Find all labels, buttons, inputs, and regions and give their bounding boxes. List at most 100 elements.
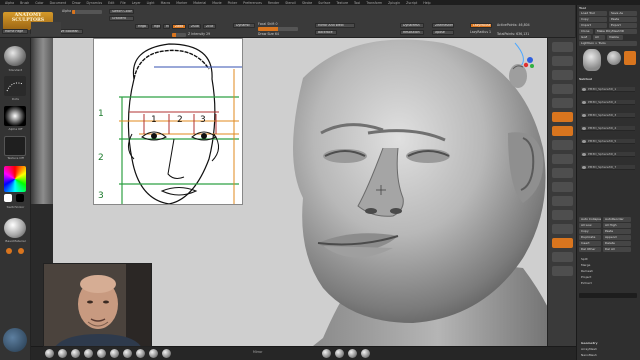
home-page-button[interactable]: Home Page xyxy=(2,29,28,34)
split-menu[interactable]: Split xyxy=(581,257,588,261)
menu-item[interactable]: Help xyxy=(423,1,430,5)
bpr-button[interactable] xyxy=(552,42,573,52)
menu-item[interactable]: Zplugin xyxy=(388,1,400,5)
spix-button[interactable] xyxy=(552,56,573,66)
z-intensity-slider[interactable] xyxy=(172,33,186,37)
scroll-button[interactable] xyxy=(552,70,573,80)
copy-tool-button[interactable]: Copy xyxy=(579,17,607,22)
dynamesh-button[interactable]: DynaMesh xyxy=(400,23,424,28)
paste-subtool-button[interactable]: Paste xyxy=(603,229,631,234)
delete-button[interactable]: Delete xyxy=(603,241,631,246)
m-button[interactable]: M xyxy=(163,24,170,29)
menu-item[interactable]: Document xyxy=(50,1,67,5)
zremesher-button[interactable]: ZRemesher xyxy=(432,23,454,28)
menu-item[interactable]: Preferences xyxy=(243,1,262,5)
clay-buildup-brush-icon[interactable] xyxy=(45,349,54,358)
alpha-slider[interactable] xyxy=(72,10,102,14)
menu-item[interactable]: Edit xyxy=(108,1,114,5)
del-all-button[interactable]: Del All xyxy=(603,247,631,252)
standard-brush-icon[interactable] xyxy=(58,349,67,358)
material-matcap-icon[interactable] xyxy=(361,349,370,358)
all-button[interactable]: All xyxy=(593,35,605,40)
pin-icon[interactable] xyxy=(18,248,24,254)
menu-item[interactable]: Picker xyxy=(228,1,238,5)
visible-button[interactable]: Visible xyxy=(607,35,623,40)
xpose-shelf-button[interactable] xyxy=(552,266,573,276)
trim-dynamic-brush-icon[interactable] xyxy=(136,349,145,358)
extract-menu[interactable]: Extract xyxy=(581,281,592,285)
menu-item[interactable]: Draw xyxy=(72,1,80,5)
texture-icon[interactable] xyxy=(4,136,26,156)
tool-thumbnail-head-icon[interactable] xyxy=(583,49,601,71)
menu-item[interactable]: Alpha xyxy=(5,1,14,5)
main-color-swatch[interactable] xyxy=(4,194,12,202)
zadd-button[interactable]: Zadd xyxy=(172,24,186,29)
mirror-button[interactable]: Mirror xyxy=(253,350,262,354)
mrgb-button[interactable]: Mrgb xyxy=(135,24,149,29)
stroke-dots-icon[interactable] xyxy=(4,76,26,96)
save-as-button[interactable]: Save As xyxy=(609,11,637,16)
menu-item[interactable]: Material xyxy=(193,1,206,5)
list-item[interactable]: PM3D_Sphere3D_4 xyxy=(581,126,635,131)
gradient-button[interactable]: Gradient xyxy=(109,16,134,21)
all-high-button[interactable]: All High xyxy=(603,223,631,228)
eye-icon[interactable] xyxy=(582,88,586,91)
menu-item[interactable]: Zscript xyxy=(406,1,417,5)
list-item[interactable]: PM3D_Sphere3D_7 xyxy=(581,165,635,170)
clone-button[interactable]: Clone xyxy=(579,29,593,34)
actual-button[interactable] xyxy=(552,98,573,108)
eye-icon[interactable] xyxy=(582,166,586,169)
floor-button[interactable] xyxy=(552,126,573,136)
polyf-button[interactable] xyxy=(552,224,573,234)
zoom-button[interactable] xyxy=(552,84,573,94)
append-button[interactable]: Append xyxy=(603,235,631,240)
scale-button[interactable] xyxy=(552,196,573,206)
duplicate-button[interactable]: Duplicate xyxy=(579,235,601,240)
backface-button[interactable]: Backface xyxy=(315,30,337,35)
menu-item[interactable]: Dynamics xyxy=(86,1,102,5)
focal-shift-slider[interactable] xyxy=(258,27,298,31)
eye-icon[interactable] xyxy=(582,101,586,104)
subtool-scroll-slider[interactable] xyxy=(579,293,637,298)
material-matcap-icon[interactable] xyxy=(322,349,331,358)
pin-icon[interactable] xyxy=(6,248,12,254)
all-low-button[interactable]: All Low xyxy=(579,223,601,228)
menu-item[interactable]: Color xyxy=(35,1,43,5)
del-other-button[interactable]: Del Other xyxy=(579,247,601,252)
menu-item[interactable]: Brush xyxy=(20,1,29,5)
flatten-brush-icon[interactable] xyxy=(162,349,171,358)
lightbox-tools-button[interactable]: Lightbox > Tools xyxy=(579,41,637,46)
menu-item[interactable]: Movie xyxy=(212,1,221,5)
paste-tool-button[interactable]: Paste xyxy=(609,17,637,22)
smooth-brush-icon[interactable] xyxy=(123,349,132,358)
insert-button[interactable]: Insert xyxy=(579,241,601,246)
auto-reorder-button[interactable]: AutoReorder xyxy=(603,217,631,222)
menu-item[interactable]: Light xyxy=(147,1,155,5)
menu-item[interactable]: Transform xyxy=(366,1,382,5)
list-item[interactable]: PM3D_Sphere3D_3 xyxy=(581,113,635,118)
transp-button[interactable] xyxy=(552,238,573,248)
menu-item[interactable]: Render xyxy=(268,1,279,5)
make-polymesh-button[interactable]: Make PolyMesh3D xyxy=(595,29,637,34)
standard-brush-icon[interactable] xyxy=(4,46,26,66)
list-item[interactable]: PM3D_Sphere3D_6 xyxy=(581,152,635,157)
eye-icon[interactable] xyxy=(582,153,586,156)
alpha-icon[interactable] xyxy=(4,106,26,126)
rgb-button[interactable]: Rgb xyxy=(151,24,161,29)
pinch-brush-icon[interactable] xyxy=(110,349,119,358)
load-tool-button[interactable]: Load Tool xyxy=(579,11,607,16)
eye-icon[interactable] xyxy=(582,114,586,117)
material-matcap-icon[interactable] xyxy=(348,349,357,358)
menu-item[interactable]: Surface xyxy=(318,1,330,5)
eye-icon[interactable] xyxy=(582,127,586,130)
mirror-weld-button[interactable]: Mirror And Weld xyxy=(315,23,355,28)
xpose-button[interactable]: Xpose xyxy=(432,30,454,35)
move-brush-icon[interactable] xyxy=(71,349,80,358)
arraymesh-menu[interactable]: ArrayMesh xyxy=(581,347,597,351)
tool-thumbnail-brush-icon[interactable] xyxy=(624,51,636,65)
dynamic-button[interactable]: Dynamic xyxy=(233,23,255,28)
material-matcap-icon[interactable] xyxy=(335,349,344,358)
nanomesh-menu[interactable]: NanoMesh xyxy=(581,353,597,357)
rotate-button[interactable] xyxy=(552,210,573,220)
menu-item[interactable]: Layer xyxy=(132,1,141,5)
